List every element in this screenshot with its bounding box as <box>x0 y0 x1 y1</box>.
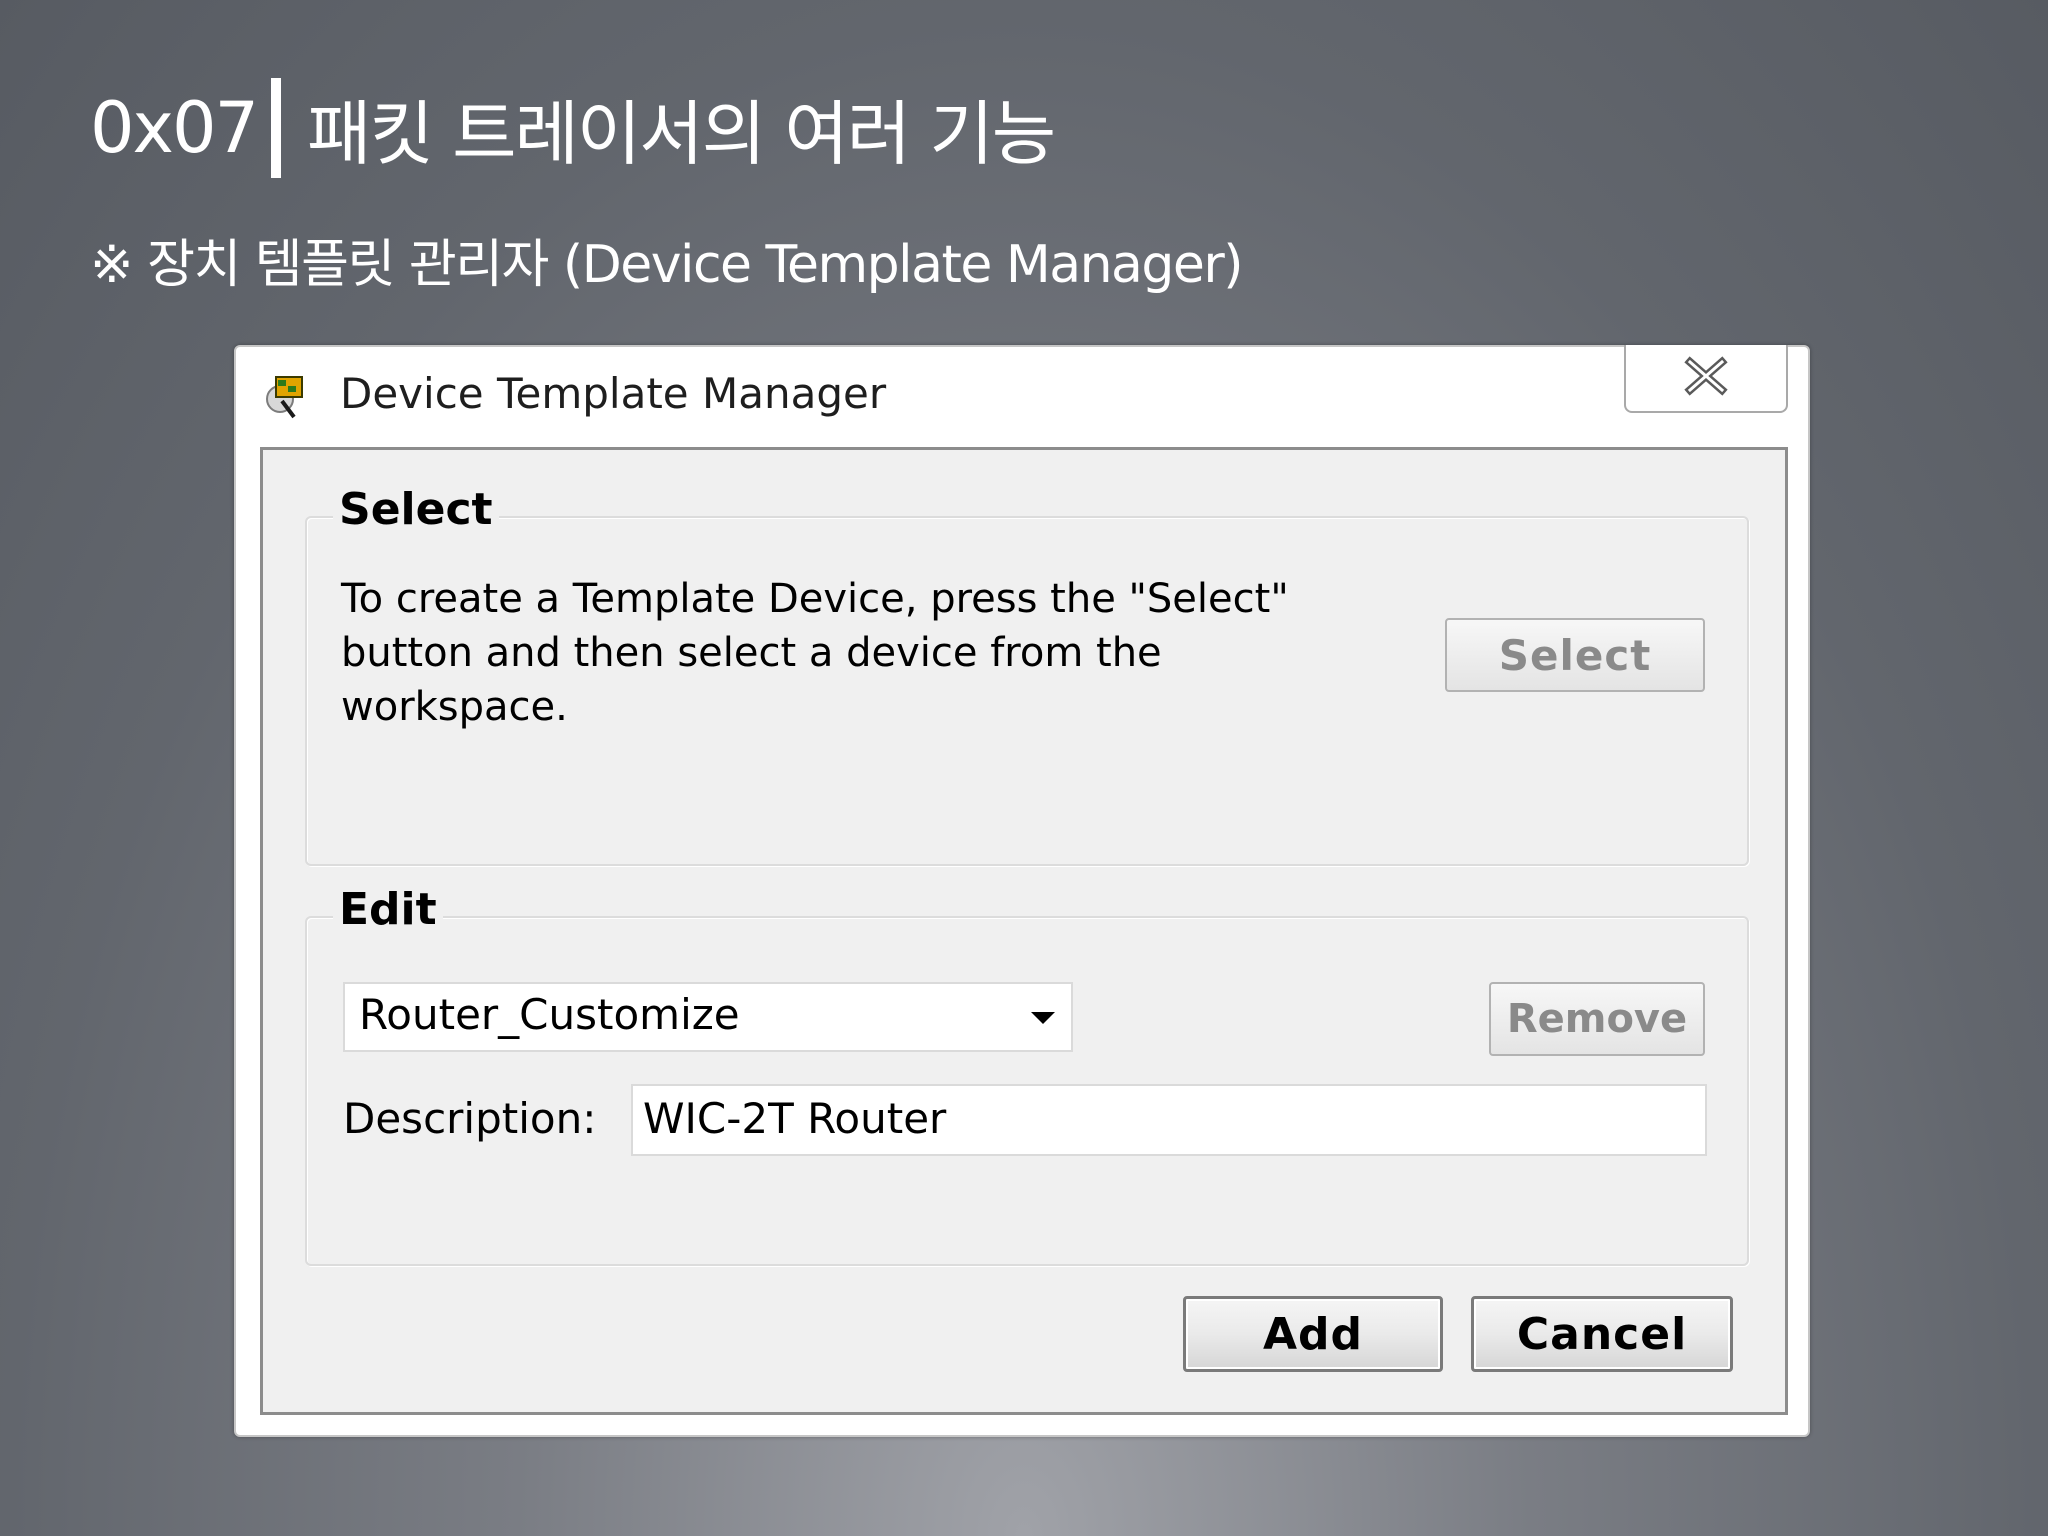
close-icon <box>1684 356 1728 400</box>
select-groupbox: Select To create a Template Device, pres… <box>305 482 1749 866</box>
description-label: Description: <box>343 1094 597 1143</box>
slide-subtitle: ※ 장치 템플릿 관리자 (Device Template Manager) <box>90 235 1244 295</box>
chevron-down-icon[interactable] <box>1029 1010 1057 1026</box>
template-dropdown[interactable]: Router_Customize <box>343 982 1073 1052</box>
close-button[interactable] <box>1624 345 1788 413</box>
dialog-client-area: Select To create a Template Device, pres… <box>260 447 1788 1415</box>
dialog-title: Device Template Manager <box>340 369 887 418</box>
select-device-button[interactable]: Select <box>1445 618 1705 692</box>
dialog-titlebar[interactable]: Device Template Manager <box>236 345 1808 447</box>
select-instructions: To create a Template Device, press the "… <box>341 576 1289 730</box>
add-button[interactable]: Add <box>1183 1296 1443 1372</box>
edit-group-legend: Edit <box>333 882 443 938</box>
description-field[interactable]: WIC-2T Router <box>631 1084 1707 1156</box>
device-template-manager-dialog: Device Template Manager Select To create… <box>234 345 1810 1437</box>
title-divider <box>271 78 282 178</box>
remove-template-button[interactable]: Remove <box>1489 982 1705 1056</box>
slide-title-text: 패킷 트레이서의 여러 기능 <box>307 92 1056 175</box>
cancel-button[interactable]: Cancel <box>1471 1296 1733 1372</box>
slide-title: 0x07 패킷 트레이서의 여러 기능 <box>90 78 1056 178</box>
select-group-legend: Select <box>333 482 499 538</box>
edit-groupbox: Edit Router_Customize Remove Description… <box>305 882 1749 1266</box>
slide-number: 0x07 <box>90 87 259 169</box>
template-dropdown-value: Router_Customize <box>359 990 740 1039</box>
router-template-icon <box>264 371 306 419</box>
